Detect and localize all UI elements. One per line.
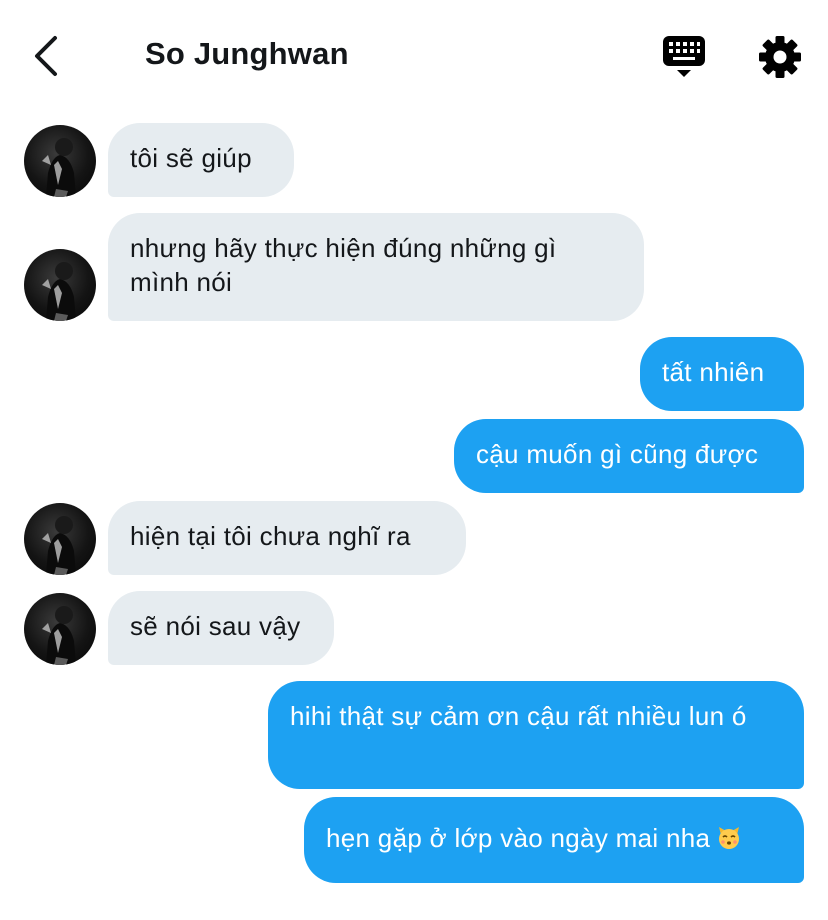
message-text: tôi sẽ giúp xyxy=(130,143,252,173)
message-bubble[interactable]: cậu muốn gì cũng được xyxy=(454,419,804,493)
message-text: hiện tại tôi chưa nghĩ ra xyxy=(130,521,411,551)
message-bubble[interactable]: hiện tại tôi chưa nghĩ ra xyxy=(108,501,466,575)
message-bubble[interactable]: hihi thật sự cảm ơn cậu rất nhiều lun ó xyxy=(268,681,804,789)
message-bubble[interactable]: tôi sẽ giúp xyxy=(108,123,294,197)
back-button[interactable] xyxy=(22,28,70,84)
kissing-cat-emoji xyxy=(719,827,740,849)
settings-button[interactable] xyxy=(755,32,805,82)
message-bubble[interactable]: tất nhiên xyxy=(640,337,804,411)
message-text: hẹn gặp ở lớp vào ngày mai nha xyxy=(326,823,711,853)
message-text: sẽ nói sau vậy xyxy=(130,611,301,641)
keyboard-button[interactable] xyxy=(660,34,708,80)
avatar[interactable] xyxy=(24,503,96,575)
avatar[interactable] xyxy=(24,593,96,665)
profile-photo xyxy=(42,606,76,665)
avatar[interactable] xyxy=(24,125,96,197)
message-text: hihi thật sự cảm ơn cậu rất nhiều lun ó xyxy=(290,701,747,731)
profile-photo xyxy=(42,516,76,575)
message-text: nhưng hãy thực hiện đúng những gì mình n… xyxy=(130,233,557,297)
message-bubble[interactable]: nhưng hãy thực hiện đúng những gì mình n… xyxy=(108,213,644,321)
avatar[interactable] xyxy=(24,249,96,321)
message-bubble[interactable]: hẹn gặp ở lớp vào ngày mai nha xyxy=(304,797,804,883)
profile-photo xyxy=(42,262,76,321)
keyboard-icon xyxy=(663,36,705,77)
message-text: cậu muốn gì cũng được xyxy=(476,439,759,469)
message-text: tất nhiên xyxy=(662,357,765,387)
chevron-left-icon xyxy=(35,36,57,76)
gear-icon xyxy=(759,36,801,78)
message-bubble[interactable]: sẽ nói sau vậy xyxy=(108,591,334,665)
profile-photo xyxy=(42,138,76,197)
conversation-header: So Junghwan xyxy=(0,0,828,112)
conversation-title[interactable]: So Junghwan xyxy=(145,36,349,72)
